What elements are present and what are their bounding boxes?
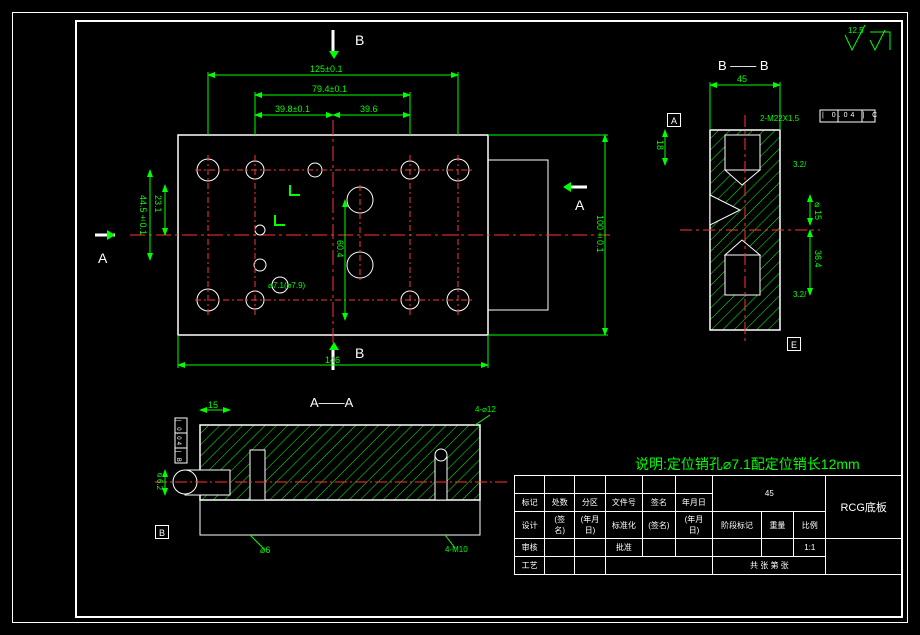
dim-125: 125±0.1 bbox=[310, 64, 342, 74]
dim-m22: 2-M22X1.5 bbox=[760, 114, 799, 123]
section-a-right-label: A bbox=[575, 197, 584, 213]
section-arrow-a-right bbox=[563, 182, 571, 192]
datum-e-box: E bbox=[787, 337, 801, 351]
section-a-left-label: A bbox=[98, 250, 107, 266]
section-b-bottom-label: B bbox=[355, 345, 364, 361]
dim-phi6: ⌀6 bbox=[260, 545, 270, 556]
dim-45: 45 bbox=[737, 74, 747, 84]
section-b-top-label: B bbox=[355, 32, 364, 48]
section-aa bbox=[155, 410, 510, 550]
dim-15b: 15 bbox=[208, 400, 218, 410]
dim-phi62: ⌀6.2 bbox=[155, 470, 164, 490]
dim-phi15: ⌀15 bbox=[813, 200, 823, 220]
dim-4phi12: 4-⌀12 bbox=[475, 405, 496, 414]
datum-a-box: A bbox=[667, 113, 681, 127]
datum-b-bottom-box: B bbox=[155, 525, 169, 539]
surf-32a: 3.2/ bbox=[793, 160, 806, 169]
dim-hole71: ⌀7.1(⌀7.9) bbox=[268, 281, 305, 290]
top-view bbox=[95, 30, 610, 370]
dim-146: 146 bbox=[325, 355, 340, 365]
tol-004c: | 0.04 | C bbox=[822, 112, 880, 119]
dim-23: 23.1 bbox=[153, 195, 163, 213]
dim-604: 60.4 bbox=[335, 240, 345, 258]
section-arrow-b-top bbox=[329, 51, 339, 59]
section-bb-title: B —— B bbox=[718, 58, 769, 73]
surf-32b: 3.2/ bbox=[793, 290, 806, 299]
dim-44: 44.5±0.1 bbox=[138, 195, 148, 235]
dim-100: 100±0.1 bbox=[595, 215, 605, 253]
title-block: 45 RCG底板 标记 处数 分区 文件号 签名 年月日 设计 (签名) (年月… bbox=[514, 475, 902, 575]
dim-364: 36.4 bbox=[813, 250, 823, 268]
dim-396: 39.6 bbox=[360, 104, 378, 114]
section-aa-title: A——A bbox=[310, 395, 353, 410]
section-arrow-b-bot bbox=[329, 342, 339, 350]
dim-18: 18 bbox=[655, 140, 665, 150]
section-arrow-a-left bbox=[107, 230, 115, 240]
surface-finish-symbol: 12.5 bbox=[845, 25, 890, 50]
dim-398: 39.8±0.1 bbox=[275, 104, 310, 114]
svg-text:12.5: 12.5 bbox=[848, 26, 864, 35]
tol-004b: | 0.04 | B bbox=[175, 420, 181, 464]
drawing-note: 说明:定位销孔⌀7.1配定位销长12mm bbox=[635, 454, 860, 474]
dim-79: 79.4±0.1 bbox=[312, 84, 347, 94]
dim-4m10: 4-M10 bbox=[445, 545, 468, 554]
